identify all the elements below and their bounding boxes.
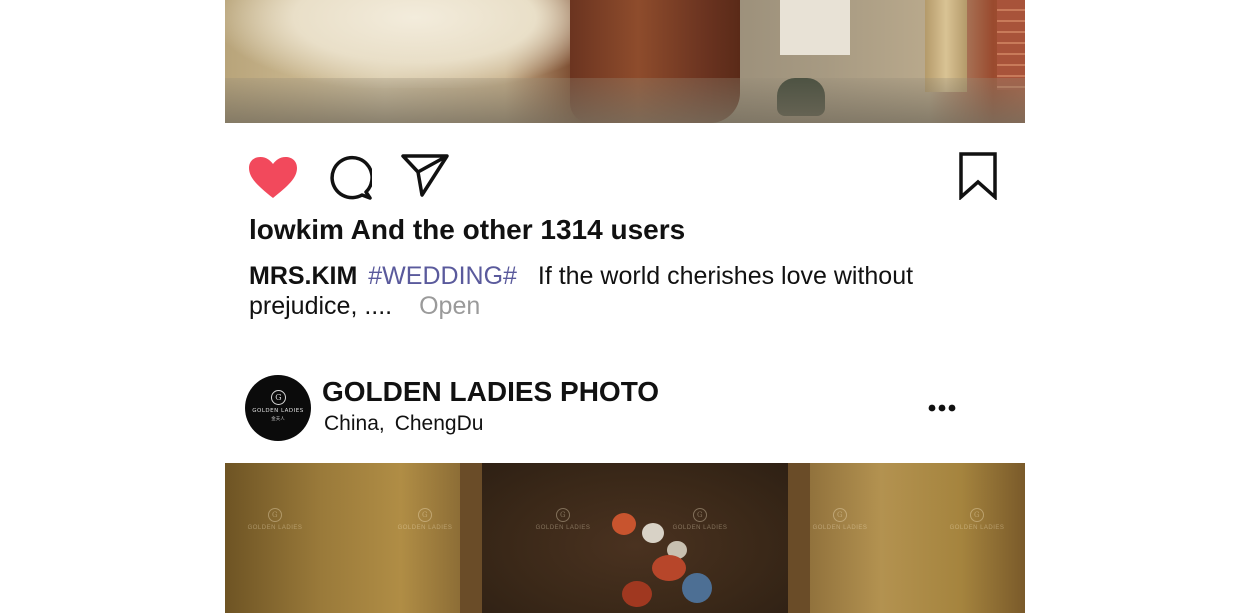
caption-username[interactable]: MRS.KIM [249, 262, 357, 290]
post-photo-wedding[interactable] [225, 0, 1025, 123]
photo-detail [780, 0, 850, 55]
location-country: China, [324, 412, 385, 435]
photo-detail [622, 581, 652, 607]
post-location[interactable]: China, ChengDu [324, 412, 483, 436]
likes-count[interactable]: lowkim And the other 1314 users [249, 214, 685, 246]
photo-detail [460, 463, 810, 613]
post-photo-painting[interactable]: G GOLDEN LADIES G GOLDEN LADIES G GOLDEN LA… [225, 463, 1025, 613]
avatar-logo-text: GOLDEN LADIES [252, 408, 304, 414]
location-city: ChengDu [394, 412, 484, 435]
caption-open-link[interactable]: Open [419, 292, 480, 320]
caption-hashtag[interactable]: #WEDDING# [368, 262, 517, 290]
heart-filled-icon[interactable] [248, 156, 298, 200]
paper-plane-icon[interactable] [400, 152, 450, 198]
post-caption: MRS.KIM #WEDDING# If the world cherishes… [249, 261, 939, 321]
more-horizontal-icon[interactable] [925, 394, 959, 422]
watermark: G GOLDEN LADIES [800, 508, 880, 531]
watermark: G GOLDEN LADIES [523, 508, 603, 531]
photo-detail [682, 573, 712, 603]
avatar[interactable]: G GOLDEN LADIES 金夫人 [245, 375, 311, 441]
comment-bubble-icon[interactable] [326, 154, 372, 200]
photo-detail [225, 78, 1025, 123]
avatar-logo-sub: 金夫人 [271, 417, 285, 422]
watermark: G GOLDEN LADIES [937, 508, 1017, 531]
watermark: G GOLDEN LADIES [385, 508, 465, 531]
account-name[interactable]: GOLDEN LADIES PHOTO [322, 376, 659, 408]
feed-column: lowkim And the other 1314 users MRS.KIM … [225, 0, 1025, 613]
watermark: G GOLDEN LADIES [660, 508, 740, 531]
photo-detail [997, 0, 1025, 90]
watermark: G GOLDEN LADIES [235, 508, 315, 531]
photo-detail [652, 555, 686, 581]
photo-detail [225, 0, 570, 88]
photo-detail [612, 513, 636, 535]
brand-logo-icon: G [271, 390, 286, 405]
bookmark-icon[interactable] [958, 152, 998, 200]
